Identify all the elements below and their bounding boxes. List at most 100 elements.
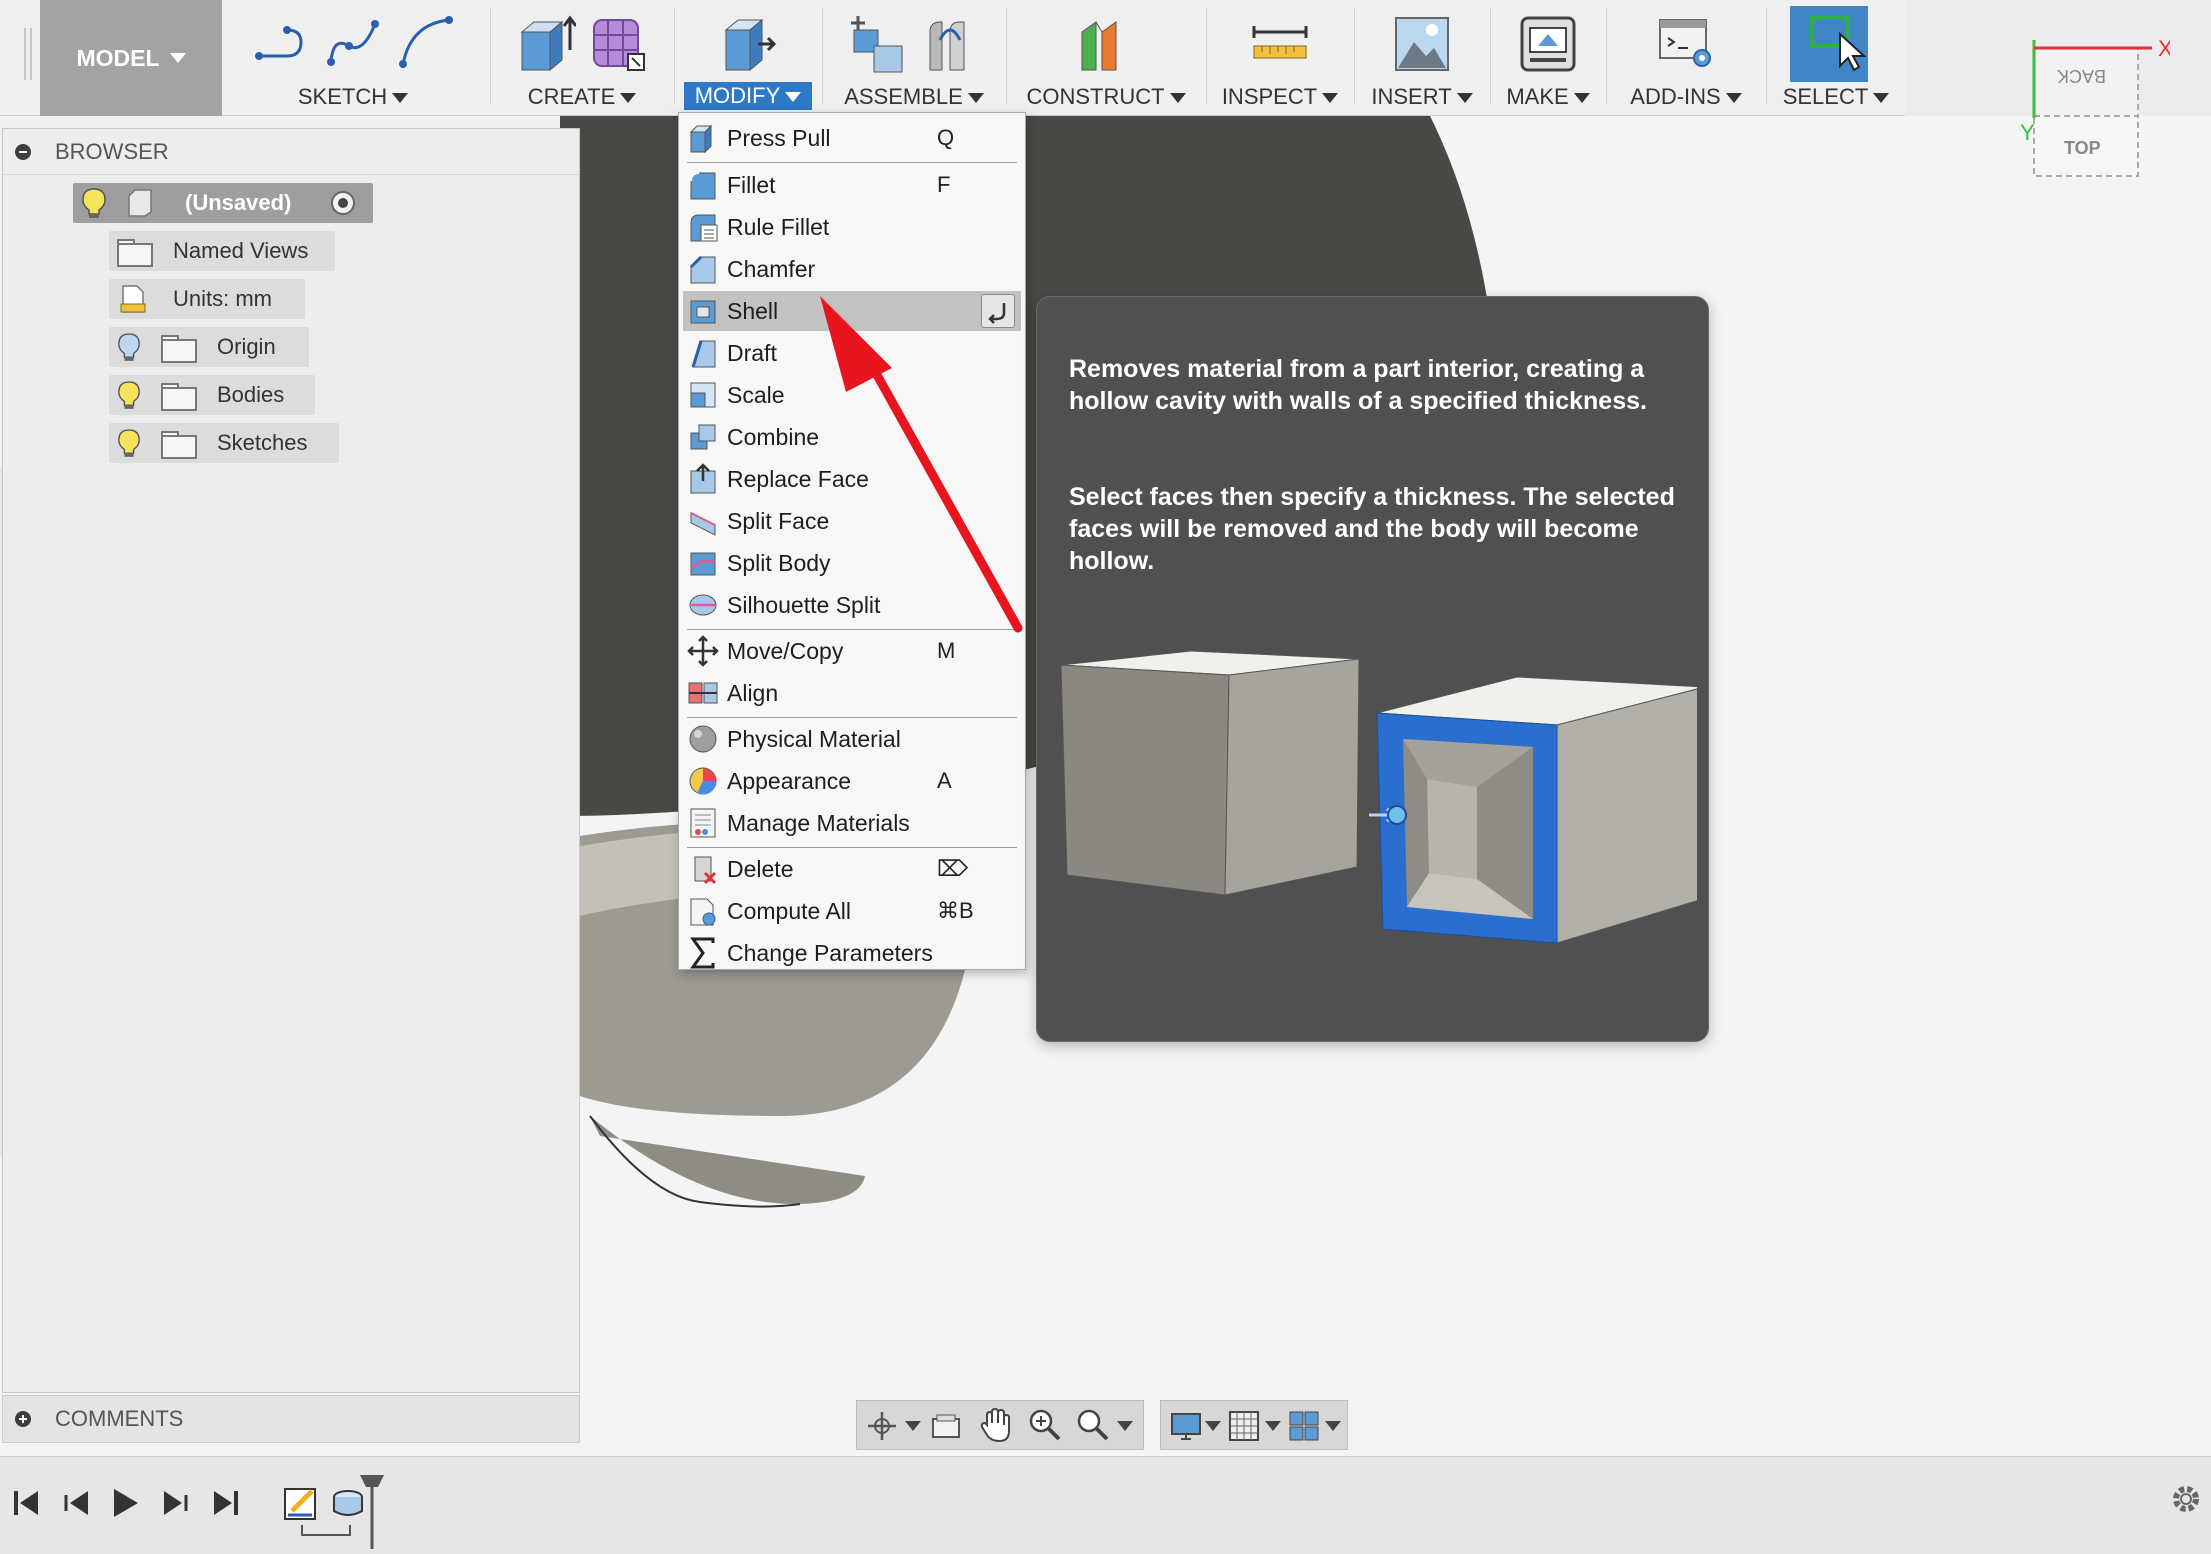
menu-item-scale[interactable]: Scale: [683, 375, 1021, 415]
root-component-pill[interactable]: (Unsaved): [73, 183, 373, 223]
zoom-icon[interactable]: [1027, 1407, 1063, 1443]
menu-item-draft[interactable]: Draft: [683, 333, 1021, 373]
menu-label: Scale: [727, 381, 785, 408]
grid-settings-icon[interactable]: [1227, 1409, 1261, 1443]
tree-row-origin[interactable]: Origin: [3, 325, 581, 369]
modify-group[interactable]: MODIFY: [676, 0, 820, 116]
menu-item-fillet[interactable]: Fillet F: [683, 165, 1021, 205]
menu-item-chamfer[interactable]: Chamfer: [683, 249, 1021, 289]
menu-item-split-face[interactable]: Split Face: [683, 501, 1021, 541]
menu-label: Move/Copy: [727, 637, 844, 664]
origin-pill[interactable]: Origin: [109, 327, 309, 367]
menu-item-align[interactable]: Align: [683, 673, 1021, 713]
shortcut-key: ⌦: [937, 856, 969, 881]
units-pill[interactable]: Units: mm: [109, 279, 305, 319]
3d-print-icon[interactable]: [1518, 10, 1578, 76]
view-cube[interactable]: X Y BACK TOP: [2020, 36, 2170, 186]
press-pull-icon[interactable]: [718, 10, 778, 76]
chevron-down-icon[interactable]: [1265, 1421, 1281, 1431]
menu-item-replace-face[interactable]: Replace Face: [683, 459, 1021, 499]
align-icon: [688, 682, 718, 704]
form-icon[interactable]: [588, 10, 648, 76]
sketch-feature-icon[interactable]: [282, 1483, 322, 1523]
chevron-down-icon[interactable]: [1205, 1421, 1221, 1431]
zoom-window-icon[interactable]: [1075, 1407, 1111, 1443]
repeat-command-button[interactable]: [981, 294, 1015, 328]
menu-item-press-pull[interactable]: Press Pull Q: [683, 118, 1021, 158]
arc-sketch-icon[interactable]: [395, 10, 455, 76]
insert-image-icon[interactable]: [1392, 10, 1452, 76]
pan-hand-icon[interactable]: [979, 1407, 1013, 1445]
menu-label: Manage Materials: [727, 809, 910, 836]
collapse-icon[interactable]: [15, 143, 31, 160]
tree-row-units[interactable]: Units: mm: [3, 277, 581, 321]
activate-radio-icon[interactable]: [329, 189, 357, 217]
comments-panel[interactable]: COMMENTS: [2, 1395, 580, 1443]
named-views-pill[interactable]: Named Views: [109, 231, 335, 271]
tree-row-named-views[interactable]: Named Views: [3, 229, 581, 273]
folder-icon: [161, 383, 197, 411]
spline-sketch-icon[interactable]: [323, 10, 383, 76]
chevron-down-icon[interactable]: [1325, 1421, 1341, 1431]
menu-item-split-body[interactable]: Split Body: [683, 543, 1021, 583]
orbit-icon[interactable]: [865, 1409, 899, 1443]
lightbulb-icon[interactable]: [117, 380, 141, 410]
sketches-pill[interactable]: Sketches: [109, 423, 339, 463]
menu-item-change-parameters[interactable]: Change Parameters: [683, 933, 1021, 973]
tree-row-bodies[interactable]: Bodies: [3, 373, 581, 417]
step-back-icon[interactable]: [62, 1487, 92, 1519]
inspect-group[interactable]: INSPECT: [1208, 0, 1352, 116]
viewports-icon[interactable]: [1287, 1409, 1321, 1443]
offset-plane-icon[interactable]: [1076, 10, 1136, 76]
browser-header[interactable]: BROWSER: [3, 129, 579, 175]
step-forward-icon[interactable]: [160, 1487, 190, 1519]
addins-group[interactable]: ADD-INS: [1608, 0, 1764, 116]
tree-row-sketches[interactable]: Sketches: [3, 421, 581, 465]
top-face-label[interactable]: TOP: [2064, 138, 2101, 158]
menu-item-physical-material[interactable]: Physical Material: [683, 719, 1021, 759]
line-sketch-icon[interactable]: [251, 10, 311, 76]
look-at-icon[interactable]: [929, 1409, 963, 1443]
tree-row-root[interactable]: (Unsaved): [3, 181, 581, 225]
menu-item-combine[interactable]: Combine: [683, 417, 1021, 457]
insert-group[interactable]: INSERT: [1356, 0, 1488, 116]
chevron-down-icon[interactable]: [905, 1421, 921, 1431]
scripts-addins-icon[interactable]: [1656, 10, 1716, 76]
menu-item-move-copy[interactable]: Move/Copy M: [683, 631, 1021, 671]
bodies-pill[interactable]: Bodies: [109, 375, 315, 415]
extrude-icon[interactable]: [516, 10, 576, 76]
expand-icon[interactable]: [15, 1411, 31, 1427]
construct-group[interactable]: CONSTRUCT: [1008, 0, 1204, 116]
menu-item-manage-materials[interactable]: Manage Materials: [683, 803, 1021, 843]
joint-icon[interactable]: [920, 10, 980, 76]
toolbar-grip-icon[interactable]: [24, 28, 32, 80]
back-face-label[interactable]: BACK: [2057, 66, 2106, 86]
timeline-marker[interactable]: [358, 1473, 386, 1549]
combine-icon: [690, 424, 716, 450]
lightbulb-icon[interactable]: [81, 187, 107, 219]
lightbulb-icon[interactable]: [117, 428, 141, 458]
select-group[interactable]: SELECT: [1768, 0, 1904, 116]
make-group[interactable]: MAKE: [1492, 0, 1604, 116]
assemble-group[interactable]: ASSEMBLE: [824, 0, 1004, 116]
menu-item-silhouette-split[interactable]: Silhouette Split: [683, 585, 1021, 625]
select-cursor-icon[interactable]: [1806, 10, 1866, 76]
model-workspace-button[interactable]: MODEL: [40, 0, 222, 116]
create-group[interactable]: CREATE: [492, 0, 672, 116]
gear-icon[interactable]: [2168, 1481, 2204, 1517]
appearance-icon: [689, 767, 717, 795]
skip-to-end-icon[interactable]: [210, 1487, 240, 1519]
menu-item-appearance[interactable]: Appearance A: [683, 761, 1021, 801]
measure-icon[interactable]: [1250, 10, 1310, 76]
menu-item-shell[interactable]: Shell: [683, 291, 1021, 331]
play-icon[interactable]: [110, 1485, 140, 1521]
menu-item-rule-fillet[interactable]: Rule Fillet: [683, 207, 1021, 247]
skip-to-start-icon[interactable]: [12, 1487, 42, 1519]
display-settings-icon[interactable]: [1169, 1409, 1203, 1443]
menu-item-delete[interactable]: Delete ⌦: [683, 849, 1021, 889]
new-component-icon[interactable]: [848, 10, 908, 76]
chevron-down-icon[interactable]: [1117, 1421, 1133, 1431]
lightbulb-off-icon[interactable]: [117, 332, 141, 362]
menu-item-compute-all[interactable]: Compute All ⌘B: [683, 891, 1021, 931]
sketch-group[interactable]: SKETCH: [228, 0, 478, 116]
